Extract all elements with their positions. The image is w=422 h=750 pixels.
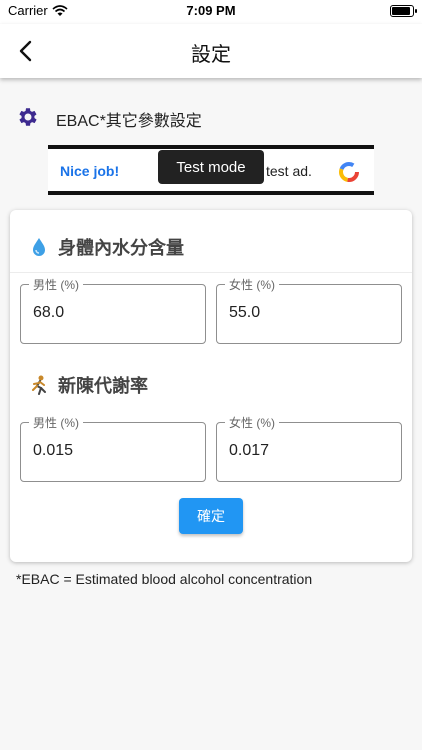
runner-icon [32,375,46,395]
ad-right-text: test ad. [266,163,312,179]
heading-divider [10,272,412,273]
metabolism-female-label: 女性 (%) [225,414,279,431]
water-heading: 身體內水分含量 [28,234,184,260]
water-male-field[interactable]: 男性 (%) 68.0 [20,276,206,344]
water-female-label: 女性 (%) [225,276,279,293]
gear-icon [19,108,37,126]
metabolism-female-value[interactable]: 0.017 [229,442,269,460]
section-header [16,104,40,130]
ad-left-text: Nice job! [60,163,120,179]
confirm-button[interactable]: 確定 [179,498,243,534]
water-female-field[interactable]: 女性 (%) 55.0 [216,276,402,344]
water-title: 身體內水分含量 [58,238,184,258]
metabolism-heading: 新陳代謝率 [28,372,148,398]
metabolism-male-value[interactable]: 0.015 [33,442,73,460]
admob-logo-icon [339,162,359,182]
test-mode-toast: Test mode [158,150,264,184]
metabolism-title: 新陳代謝率 [58,376,148,396]
metabolism-female-field[interactable]: 女性 (%) 0.017 [216,414,402,482]
water-drop-icon [33,238,45,256]
water-female-value[interactable]: 55.0 [229,304,260,322]
water-male-value[interactable]: 68.0 [33,304,64,322]
section-title: EBAC*其它參數設定 [56,113,202,130]
app-bar: 設定 [0,24,422,78]
settings-card: 身體內水分含量 男性 (%) 68.0 女性 (%) 55.0 新陳代謝率 男性… [10,210,412,562]
battery-icon [390,5,417,17]
metabolism-male-field[interactable]: 男性 (%) 0.015 [20,414,206,482]
page-title: 設定 [191,44,231,66]
water-male-label: 男性 (%) [29,276,83,293]
battery-level [392,7,410,15]
status-bar: Carrier 7:09 PM [0,0,422,24]
footnote: *EBAC = Estimated blood alcohol concentr… [16,571,313,587]
clock: 7:09 PM [186,3,236,18]
metabolism-male-label: 男性 (%) [29,414,83,431]
